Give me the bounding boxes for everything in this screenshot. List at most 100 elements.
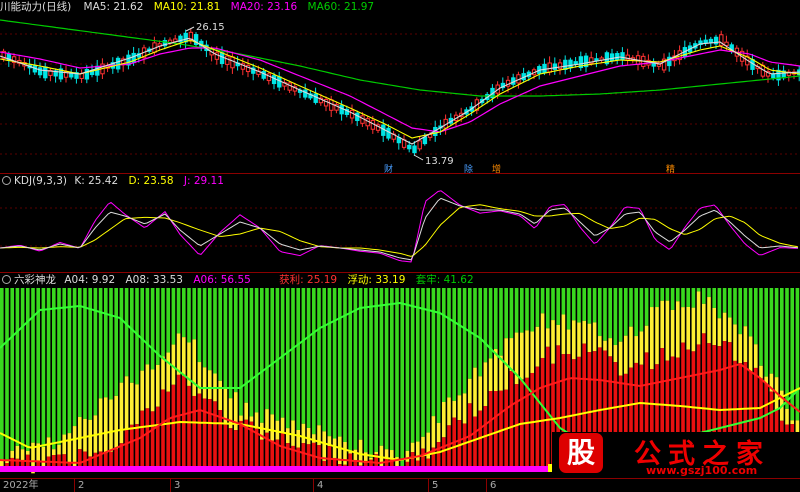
lcsl-green-bar — [722, 288, 727, 313]
lcsl-yellow-bar — [322, 431, 326, 461]
lcsl-green-bar — [530, 288, 534, 332]
lcsl-green-bar — [681, 288, 685, 308]
lcsl-yellow-bar — [655, 307, 659, 365]
lcsl-yellow-bar — [306, 427, 311, 445]
lcsl-yellow-bar — [785, 408, 789, 425]
lcsl-yellow-bar — [130, 382, 134, 425]
lcsl-green-bar — [785, 288, 789, 409]
lcsl-green-bar — [114, 288, 118, 396]
candle-body — [287, 82, 292, 91]
lcsl-yellow-bar — [717, 318, 722, 347]
lcsl-green-bar — [10, 288, 14, 451]
candlesticks[interactable] — [1, 28, 800, 156]
lcsl-green-bar — [275, 288, 280, 421]
lcsl-yellow-bar — [442, 402, 446, 438]
lcsl-green-bar — [650, 288, 654, 308]
axis-label-2022: 2022年 — [3, 480, 39, 491]
lcsl-yellow-bar — [457, 395, 462, 421]
lcsl-green-bar — [218, 288, 222, 381]
high-price-marker: 26.15 — [185, 22, 225, 33]
lcsl-green-bar — [416, 288, 420, 442]
candle-body — [37, 67, 43, 76]
lcsl-yellow-bar — [239, 415, 243, 421]
candle-body — [568, 59, 573, 69]
candle-body — [219, 52, 225, 65]
lcsl-yellow-bar — [696, 291, 701, 345]
lcsl-green-bar — [743, 288, 748, 327]
ma60-label: MA60: 21.97 — [307, 1, 375, 13]
lcsl-green-bar — [405, 288, 410, 451]
lcsl-yellow-bar — [46, 437, 51, 457]
watermark: 股 公式之家 www.gszj100.com — [552, 432, 800, 478]
lcsl-a06-label: A06: 56.55 — [193, 274, 251, 286]
candle-body — [557, 62, 563, 70]
lcsl-yellow-bar — [790, 420, 794, 425]
lcsl-green-bar — [691, 288, 696, 308]
lcsl-yellow-bar — [577, 322, 581, 357]
lcsl-green-bar — [598, 288, 602, 337]
lcsl-green-bar — [728, 288, 732, 318]
lcsl-green-bar — [384, 288, 389, 450]
lcsl-green-bar — [759, 288, 763, 366]
lcsl-yellow-bar — [629, 326, 633, 368]
settings-icon-2[interactable] — [2, 275, 11, 284]
kdj-title[interactable]: KDJ(9,3,3) — [14, 175, 67, 187]
lcsl-green-bar — [208, 288, 212, 371]
lcsl-title[interactable]: 六彩神龙 — [14, 274, 56, 286]
lcsl-green-bar — [197, 288, 202, 363]
settings-icon[interactable] — [2, 176, 11, 185]
lcsl-red-bar — [192, 395, 196, 472]
lcsl-yellow-bar — [462, 393, 467, 424]
lcsl-yellow-bar — [280, 417, 285, 433]
lcsl-green-bar — [769, 288, 774, 374]
lcsl-green-bar — [140, 288, 144, 371]
lcsl-green-bar — [306, 288, 311, 428]
lcsl-yellow-bar — [67, 433, 72, 463]
lcsl-yellow-bar — [124, 376, 129, 431]
lcsl-green-bar — [561, 288, 566, 315]
lcsl-green-bar — [254, 288, 259, 413]
watermark-url[interactable]: www.gszj100.com — [646, 464, 757, 477]
lcsl-yellow-bar — [218, 380, 222, 410]
candle-body — [615, 53, 620, 61]
lcsl-yellow-bar — [551, 320, 555, 364]
kdj-chart[interactable] — [0, 188, 800, 272]
lcsl-red-bar — [514, 384, 519, 472]
candle-body — [225, 55, 230, 65]
lcsl-red-bar — [540, 357, 545, 472]
candle-body — [407, 144, 412, 150]
lcsl-yellow-bar — [728, 317, 732, 343]
lcsl-green-bar — [31, 288, 35, 443]
lcsl-yellow-bar — [244, 402, 248, 420]
lcsl-yellow-bar — [88, 419, 92, 457]
lcsl-green-bar — [20, 288, 25, 450]
lcsl-red-bar — [478, 410, 482, 472]
lcsl-yellow-bar — [436, 422, 441, 443]
stock-title[interactable]: 川能动力(日线) — [0, 1, 71, 13]
lcsl-yellow-bar — [676, 301, 680, 358]
lcsl-green-bar — [192, 288, 196, 340]
lcsl-green-bar — [317, 288, 321, 426]
candle-body — [339, 104, 344, 115]
candlestick-chart[interactable]: 26.15 13.79 — [0, 14, 800, 172]
lcsl-yellow-bar — [691, 307, 696, 352]
lcsl-green-bar — [15, 288, 20, 446]
candle-body — [656, 63, 662, 67]
lcsl-green-bar — [234, 288, 238, 393]
lcsl-yellow-bar — [301, 423, 306, 444]
lcsl-yellow-bar — [5, 461, 9, 464]
lcsl-green-bar — [213, 288, 217, 374]
lcsl-green-bar — [431, 288, 436, 417]
lcsl-yellow-bar — [665, 300, 670, 361]
lcsl-green-bar — [145, 288, 150, 365]
lcsl-green-bar — [26, 288, 30, 451]
lcsl-green-bar — [702, 288, 706, 304]
time-axis: 2022年 2 3 4 5 6 — [0, 478, 800, 492]
lcsl-red-bar — [197, 393, 202, 472]
lcsl-green-bar — [774, 288, 779, 378]
lcsl-green-bar — [624, 288, 628, 336]
lcsl-green-bar — [509, 288, 514, 339]
lcsl-red-bar — [228, 428, 233, 472]
candle-body — [703, 39, 708, 44]
lcsl-green-bar — [124, 288, 129, 377]
